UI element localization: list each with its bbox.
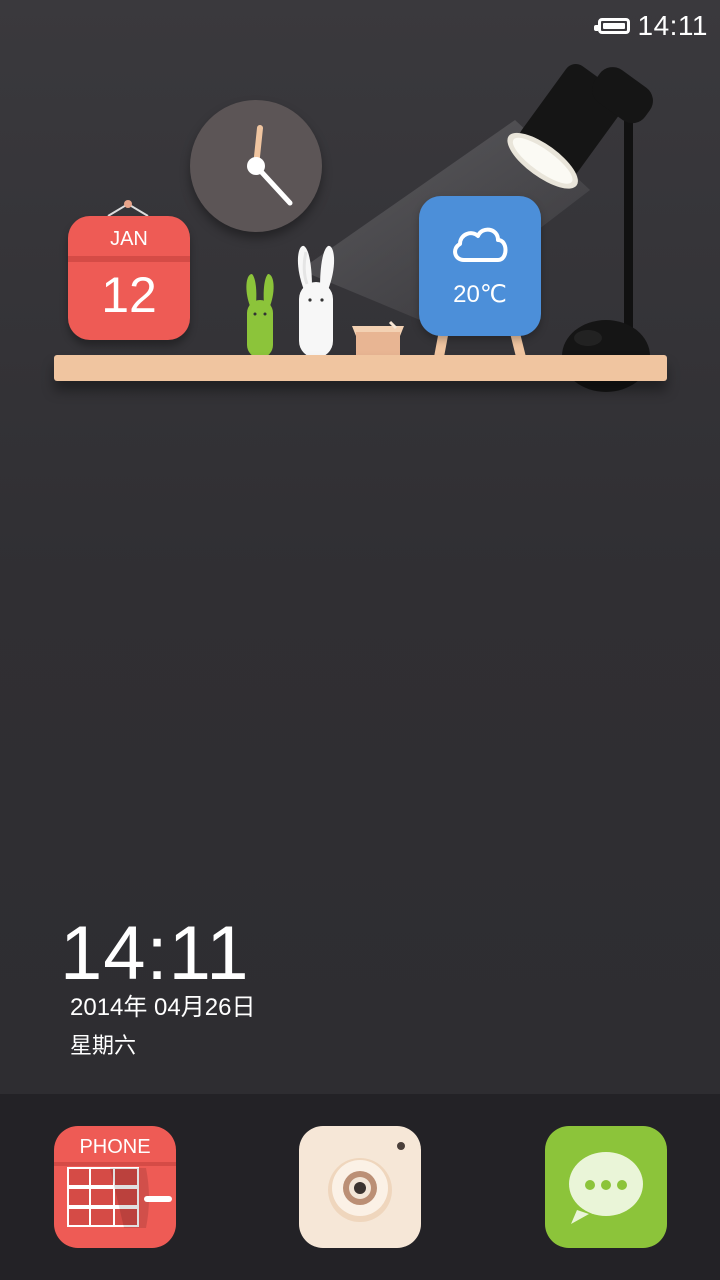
calendar-widget[interactable]: JAN 12 (68, 216, 190, 340)
analog-clock-icon (247, 125, 293, 206)
cardboard-box-icon (352, 320, 404, 358)
chat-bubble-icon (569, 1152, 643, 1224)
phone-keypad-icon (54, 1162, 176, 1228)
green-bunny-figurine (246, 274, 274, 358)
clock-widget[interactable] (190, 100, 322, 232)
camera-lens-icon (328, 1142, 405, 1222)
calendar-divider (68, 256, 190, 262)
widget-shelf-scene: JAN 12 20℃ (0, 0, 720, 420)
messages-app-icon[interactable] (545, 1126, 667, 1248)
weather-widget[interactable]: 20℃ (419, 196, 541, 336)
lockscreen-weekday: 星期六 (70, 1033, 137, 1058)
shelf (54, 355, 667, 381)
calendar-month: JAN (110, 228, 148, 250)
phone-app-icon[interactable]: PHONE (54, 1126, 176, 1248)
weather-temperature: 20℃ (453, 281, 507, 308)
lockscreen-time: 14:11 (60, 911, 250, 996)
camera-app-icon[interactable] (299, 1126, 421, 1248)
lockscreen-date: 2014年 04月26日 (70, 994, 256, 1021)
cloud-icon (453, 227, 508, 262)
calendar-day: 12 (101, 267, 157, 323)
white-bunny-figurine (297, 245, 335, 358)
